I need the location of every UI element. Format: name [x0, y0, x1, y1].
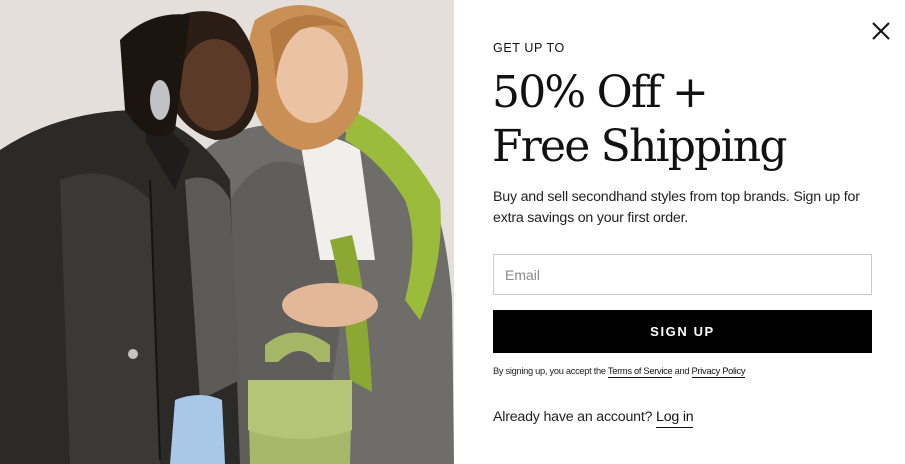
login-prompt-line: Already have an account? Log in [493, 409, 694, 428]
login-prompt: Already have an account? [493, 409, 653, 425]
promo-modal: GET UP TO 50% Off + Free Shipping Buy an… [0, 0, 905, 464]
promo-content: GET UP TO 50% Off + Free Shipping Buy an… [454, 0, 905, 464]
headline-line-1: 50% Off + [492, 67, 709, 118]
log-in-link[interactable]: Log in [656, 409, 694, 428]
legal-prefix: By signing up, you accept the [493, 366, 606, 376]
legal-notice: By signing up, you accept the Terms of S… [493, 366, 746, 378]
promo-description: Buy and sell secondhand styles from top … [493, 189, 860, 226]
close-button[interactable] [870, 20, 892, 42]
promo-headline: 50% Off + Free Shipping [492, 66, 892, 174]
headline-line-2: Free Shipping [492, 121, 788, 172]
eyebrow-text: GET UP TO [493, 41, 565, 55]
terms-of-service-link[interactable]: Terms of Service [607, 366, 673, 378]
close-icon [872, 22, 890, 40]
promo-photo [0, 0, 454, 464]
sign-up-button[interactable]: SIGN UP [493, 310, 872, 353]
models-illustration [0, 0, 454, 464]
email-field[interactable] [493, 254, 872, 295]
privacy-policy-link[interactable]: Privacy Policy [691, 366, 746, 378]
legal-and: and [674, 366, 690, 376]
